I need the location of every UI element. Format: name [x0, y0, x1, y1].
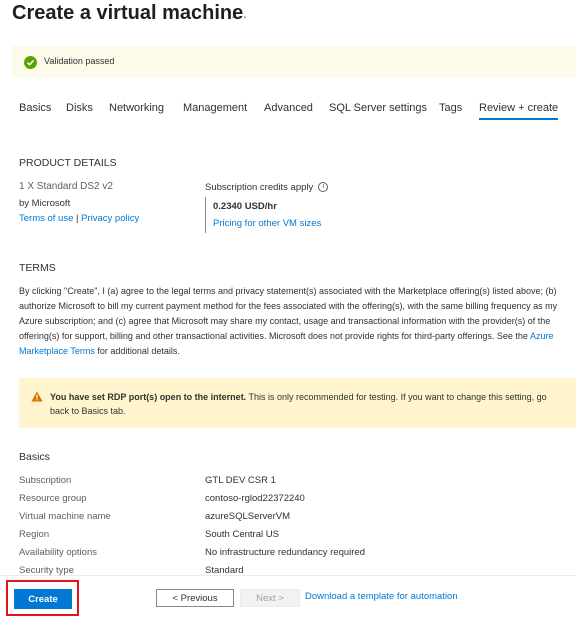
product-name: 1 X Standard DS2 v2 [19, 181, 113, 192]
subscription-credits-label: Subscription credits apply [205, 182, 314, 193]
tab-disks[interactable]: Disks [66, 102, 93, 114]
product-links: Terms of use | Privacy policy [19, 213, 139, 224]
price-box: 0.2340 USD/hr Pricing for other VM sizes [205, 197, 346, 233]
check-icon [24, 56, 37, 69]
link-separator: | [76, 213, 79, 224]
pricing-link[interactable]: Pricing for other VM sizes [213, 218, 321, 229]
kv-value-vm-name: azureSQLServerVM [205, 511, 291, 522]
tab-review-create[interactable]: Review + create [479, 102, 559, 120]
price-value: 0.2340 USD/hr [213, 201, 277, 212]
product-publisher: by Microsoft [19, 198, 71, 209]
kv-value-resource-group: contoso-rglod22372240 [205, 493, 305, 504]
next-button[interactable]: Next > [240, 589, 300, 607]
warning-text: You have set RDP port(s) open to the int… [50, 390, 560, 418]
kv-key-resource-group: Resource group [19, 493, 87, 504]
more-options-icon[interactable]: ··· [231, 8, 248, 24]
kv-value-availability: No infrastructure redundancy required [205, 547, 366, 558]
validation-banner: Validation passed [12, 46, 576, 78]
subscription-credits: Subscription credits apply i [205, 182, 329, 193]
basics-heading: Basics [19, 451, 50, 463]
kv-key-subscription: Subscription [19, 475, 72, 486]
tab-bar: Basics Disks Networking Management Advan… [19, 102, 576, 124]
privacy-policy-link[interactable]: Privacy policy [81, 213, 139, 224]
terms-heading: TERMS [19, 262, 56, 274]
terms-of-use-link[interactable]: Terms of use [19, 213, 73, 224]
previous-button[interactable]: < Previous [156, 589, 234, 607]
product-details-heading: PRODUCT DETAILS [19, 157, 117, 169]
warning-bold: You have set RDP port(s) open to the int… [50, 392, 247, 402]
tab-management[interactable]: Management [183, 102, 247, 114]
tab-sql-server-settings[interactable]: SQL Server settings [329, 102, 427, 114]
page-title: Create a virtual machine [12, 2, 244, 24]
rdp-warning: You have set RDP port(s) open to the int… [19, 378, 576, 428]
terms-text: By clicking "Create", I (a) agree to the… [19, 284, 567, 359]
tab-advanced[interactable]: Advanced [264, 102, 313, 114]
warning-icon [31, 391, 43, 402]
tab-networking[interactable]: Networking [109, 102, 164, 114]
validation-text: Validation passed [44, 56, 115, 66]
tab-tags[interactable]: Tags [439, 102, 462, 114]
info-icon[interactable]: i [318, 182, 329, 193]
kv-value-region: South Central US [205, 529, 279, 540]
kv-key-region: Region [19, 529, 50, 540]
terms-body: By clicking "Create", I (a) agree to the… [19, 286, 558, 341]
download-template-link[interactable]: Download a template for automation [305, 591, 458, 602]
kv-key-availability: Availability options [19, 547, 97, 558]
kv-value-subscription: GTL DEV CSR 1 [205, 475, 276, 486]
tab-basics[interactable]: Basics [19, 102, 51, 114]
kv-key-vm-name: Virtual machine name [19, 511, 111, 522]
create-button[interactable]: Create [14, 589, 72, 609]
terms-body-end: for additional details. [94, 346, 180, 356]
